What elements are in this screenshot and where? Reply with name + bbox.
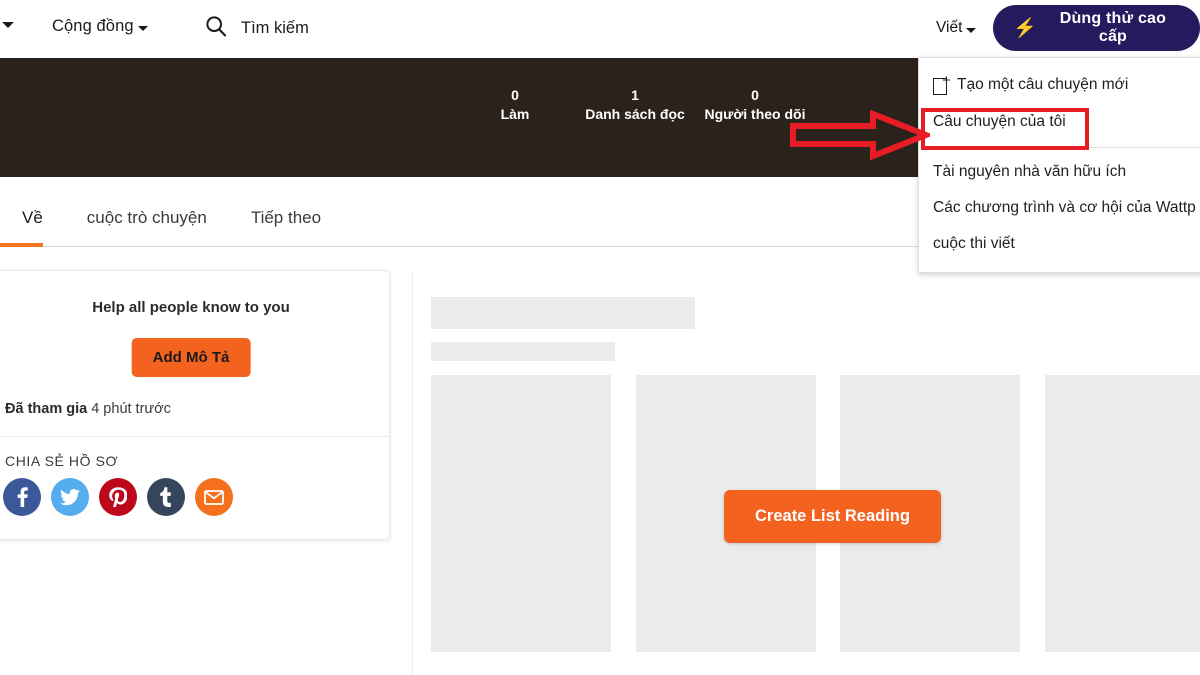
email-icon[interactable]: [195, 478, 233, 516]
chevron-down-icon[interactable]: [2, 22, 14, 28]
page-root: Cộng đồng Tìm kiếm Viết ⚡ Dùng thử cao c…: [0, 0, 1200, 675]
lightning-bolt-icon: ⚡: [1013, 17, 1037, 39]
stat-value: 0: [751, 87, 759, 103]
stat-label: Danh sách đọc: [585, 106, 685, 122]
premium-trial-button[interactable]: ⚡ Dùng thử cao cấp: [993, 5, 1200, 51]
search-button[interactable]: Tìm kiếm: [205, 15, 309, 42]
stat-reading-lists[interactable]: 1 Danh sách đọc: [575, 85, 695, 124]
menu-item-label: Câu chuyện của tôi: [933, 113, 1066, 130]
new-document-icon: +: [933, 73, 951, 95]
menu-item-writing-contests[interactable]: cuộc thi viết: [919, 226, 1200, 262]
profile-stats: 0 Làm 1 Danh sách đọc 0 Người theo dõi: [455, 85, 815, 124]
nav-community-label: Cộng đồng: [52, 17, 134, 35]
skeleton-subtitle: [431, 342, 615, 361]
stat-works[interactable]: 0 Làm: [455, 85, 575, 124]
menu-divider: [919, 147, 1200, 148]
joined-label: Đã tham gia: [5, 401, 88, 417]
tab-label: Tiếp theo: [250, 208, 322, 227]
share-buttons: [3, 478, 233, 516]
tab-label: cuộc trò chuyện: [86, 208, 207, 227]
profile-about-card: Help all people know to you Add Mô Tả Đã…: [0, 270, 390, 540]
tumblr-icon[interactable]: [147, 478, 185, 516]
twitter-icon[interactable]: [51, 478, 89, 516]
joined-value: 4 phút trước: [91, 401, 171, 417]
stat-followers[interactable]: 0 Người theo dõi: [695, 85, 815, 124]
facebook-icon[interactable]: [3, 478, 41, 516]
chevron-down-icon: [137, 26, 148, 31]
tab-about[interactable]: Về: [0, 208, 65, 247]
menu-item-create-new-story[interactable]: + Tạo một câu chuyện mới: [919, 66, 1200, 104]
menu-item-programs-opportunities[interactable]: Các chương trình và cơ hội của Wattp: [919, 190, 1200, 226]
menu-item-label: Tạo một câu chuyện mới: [957, 76, 1129, 93]
top-header: Cộng đồng Tìm kiếm Viết ⚡ Dùng thử cao c…: [0, 0, 1200, 58]
menu-item-writer-resources[interactable]: Tài nguyên nhà văn hữu ích: [919, 154, 1200, 190]
menu-item-label: Các chương trình và cơ hội của Wattp: [933, 199, 1196, 216]
stat-label: Người theo dõi: [704, 106, 806, 122]
nav-community[interactable]: Cộng đồng: [52, 17, 148, 36]
nav-write-menu[interactable]: Viết: [936, 19, 977, 37]
chevron-down-icon: [966, 27, 977, 33]
write-dropdown-menu: + Tạo một câu chuyện mới Câu chuyện của …: [918, 57, 1200, 273]
about-help-text: Help all people know to you: [92, 299, 290, 316]
menu-item-my-stories[interactable]: Câu chuyện của tôi: [919, 104, 1200, 140]
stat-value: 1: [631, 87, 639, 103]
menu-item-label: Tài nguyên nhà văn hữu ích: [933, 163, 1127, 180]
stat-value: 0: [511, 87, 519, 103]
tab-label: Về: [22, 208, 43, 227]
add-description-button[interactable]: Add Mô Tả: [131, 338, 251, 377]
search-label: Tìm kiếm: [241, 19, 309, 37]
reading-list-panel: Create List Reading: [412, 270, 1200, 675]
skeleton-story-card: [1045, 375, 1200, 652]
search-icon: [205, 15, 227, 42]
menu-item-label: cuộc thi viết: [933, 235, 1015, 252]
pinterest-icon[interactable]: [99, 478, 137, 516]
tab-conversations[interactable]: cuộc trò chuyện: [65, 208, 229, 247]
skeleton-title: [431, 297, 695, 329]
card-divider: [0, 436, 389, 437]
joined-info: Đã tham gia 4 phút trước: [5, 401, 171, 417]
tab-following[interactable]: Tiếp theo: [229, 208, 343, 247]
stat-label: Làm: [500, 106, 530, 122]
premium-trial-label: Dùng thử cao cấp: [1059, 10, 1167, 45]
create-reading-list-button[interactable]: Create List Reading: [724, 490, 941, 543]
skeleton-story-card: [431, 375, 611, 652]
share-profile-title: CHIA SẺ HỒ SƠ: [5, 453, 119, 469]
nav-write-label: Viết: [936, 19, 963, 36]
